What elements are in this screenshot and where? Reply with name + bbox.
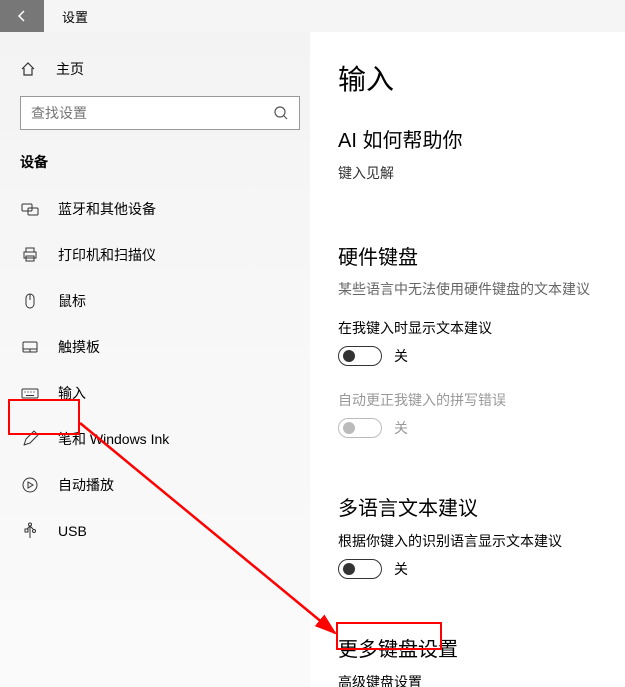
arrow-left-icon	[14, 8, 30, 24]
sidebar-item-label: 自动播放	[58, 475, 114, 495]
sidebar-item-label: 鼠标	[58, 291, 86, 311]
sidebar-item-label: 打印机和扫描仪	[58, 245, 156, 265]
sidebar: 主页 设备 蓝牙和其他设备 打印机和扫描仪 鼠标 触摸板	[0, 32, 310, 687]
sidebar-item-usb[interactable]: USB	[10, 508, 310, 554]
sidebar-item-mouse[interactable]: 鼠标	[10, 278, 310, 324]
section-hardware-title: 硬件键盘	[338, 241, 625, 270]
page-title: 输入	[338, 58, 625, 98]
search-icon	[273, 105, 289, 121]
pen-icon	[20, 430, 40, 448]
search-input[interactable]	[31, 105, 273, 121]
search-box[interactable]	[20, 96, 300, 130]
titlebar: 设置	[0, 0, 625, 32]
usb-icon	[20, 522, 40, 540]
mouse-icon	[20, 292, 40, 310]
sidebar-item-label: 触摸板	[58, 337, 100, 357]
category-title: 设备	[20, 152, 310, 172]
sidebar-item-label: USB	[58, 523, 87, 539]
sidebar-item-printers[interactable]: 打印机和扫描仪	[10, 232, 310, 278]
bluetooth-devices-icon	[20, 200, 40, 218]
autocorrect-label: 自动更正我键入的拼写错误	[338, 390, 625, 410]
home-icon	[20, 61, 38, 77]
sidebar-item-typing[interactable]: 输入	[10, 370, 310, 416]
typing-insights-link[interactable]: 键入见解	[338, 163, 625, 183]
sidebar-item-label: 输入	[58, 383, 86, 403]
multilang-label: 根据你键入的识别语言显示文本建议	[338, 531, 625, 551]
show-suggestions-toggle[interactable]	[338, 346, 382, 366]
touchpad-icon	[20, 338, 40, 356]
home-button[interactable]: 主页	[10, 50, 310, 88]
advanced-keyboard-link[interactable]: 高级键盘设置	[338, 672, 625, 687]
autocorrect-toggle	[338, 418, 382, 438]
toggle-state: 关	[394, 418, 408, 438]
multilang-toggle[interactable]	[338, 559, 382, 579]
main-content: 输入 AI 如何帮助你 键入见解 硬件键盘 某些语言中无法使用硬件键盘的文本建议…	[310, 32, 625, 687]
sidebar-item-autoplay[interactable]: 自动播放	[10, 462, 310, 508]
home-label: 主页	[56, 59, 84, 79]
printer-icon	[20, 246, 40, 264]
autoplay-icon	[20, 476, 40, 494]
back-button[interactable]	[0, 0, 44, 32]
sidebar-item-pen[interactable]: 笔和 Windows Ink	[10, 416, 310, 462]
section-multilang-title: 多语言文本建议	[338, 492, 625, 521]
sidebar-item-bluetooth[interactable]: 蓝牙和其他设备	[10, 186, 310, 232]
toggle-state: 关	[394, 559, 408, 579]
show-suggestions-label: 在我键入时显示文本建议	[338, 318, 625, 338]
section-more-title: 更多键盘设置	[338, 633, 625, 662]
sidebar-item-label: 蓝牙和其他设备	[58, 199, 156, 219]
section-ai-title: AI 如何帮助你	[338, 124, 625, 153]
keyboard-icon	[20, 384, 40, 402]
sidebar-item-label: 笔和 Windows Ink	[58, 429, 169, 449]
toggle-state: 关	[394, 346, 408, 366]
sidebar-item-touchpad[interactable]: 触摸板	[10, 324, 310, 370]
window-title: 设置	[62, 7, 88, 26]
hardware-note: 某些语言中无法使用硬件键盘的文本建议	[338, 280, 625, 300]
